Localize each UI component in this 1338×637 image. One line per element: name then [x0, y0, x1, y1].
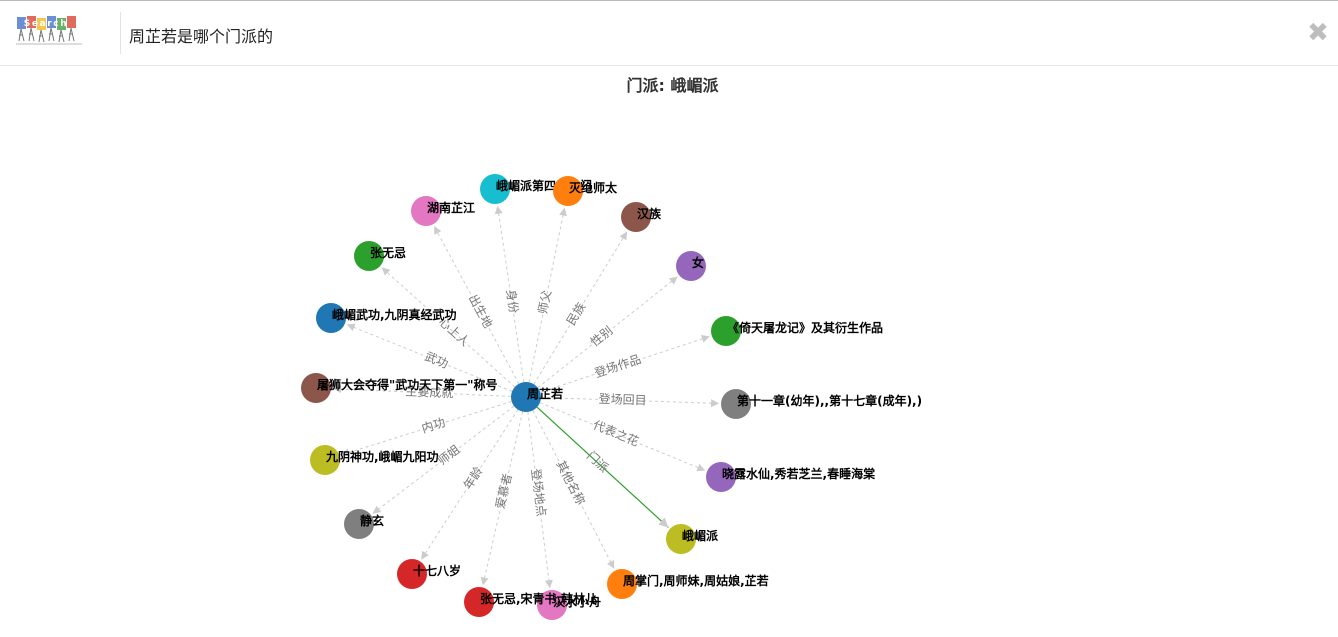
node-label: 张无忌,宋青书,韩林儿	[480, 591, 597, 606]
node-label: 汉族	[637, 206, 662, 221]
node-label: 周掌门,周师妹,周姑娘,芷若	[623, 573, 769, 588]
node-label: 女	[692, 255, 704, 270]
node-label: 晓露水仙,秀若芝兰,春睡海棠	[722, 466, 876, 481]
graph-node[interactable]: 屠狮大会夺得"武功天下第一"称号	[301, 373, 498, 403]
edge-label: 代表之花	[591, 417, 641, 449]
node-label: 湖南芷江	[427, 200, 475, 215]
edge-label: 身份	[504, 288, 522, 314]
graph-node[interactable]: 湖南芷江	[411, 196, 475, 226]
close-icon[interactable]: ✖	[1304, 19, 1332, 47]
edge-label: 爱慕者	[493, 472, 515, 510]
graph-node[interactable]: 峨嵋派	[666, 524, 719, 554]
graph-node[interactable]: 女	[676, 251, 706, 281]
node-label: 《倚天屠龙记》及其衍生作品	[727, 320, 883, 335]
node-label: 峨嵋派	[682, 528, 719, 543]
node-label: 峨嵋武功,九阴真经武功	[332, 307, 457, 322]
edge-label: 年龄	[461, 464, 486, 492]
graph-node[interactable]: 晓露水仙,秀若芝兰,春睡海棠	[706, 462, 876, 492]
search-logo: Search	[14, 13, 86, 51]
knowledge-graph[interactable]: 身份 师父 民族性别登场作品登场回目代表之花门派其他名称登场地点爱慕者年龄师姐内功主…	[0, 66, 1338, 637]
edge-label: 出生地	[466, 292, 495, 330]
graph-node[interactable]: 静玄	[344, 509, 384, 539]
edge-label: 登场地点	[529, 468, 550, 518]
header-divider	[120, 12, 121, 54]
edge-label: 武功	[423, 349, 451, 371]
node-label: 静玄	[360, 513, 384, 528]
node-label: 张无忌	[370, 245, 406, 260]
edge-label: 内功	[420, 415, 447, 436]
search-header: Search 周芷若是哪个门派的 ✖	[0, 1, 1338, 66]
node-label: 第十一章(幼年),,第十七章(成年),)	[737, 393, 922, 408]
graph-node[interactable]: 第十一章(幼年),,第十七章(成年),)	[721, 389, 922, 419]
node-label: 屠狮大会夺得"武功天下第一"称号	[317, 377, 498, 392]
graph-node[interactable]: 十七八岁	[397, 559, 461, 589]
edge-label: 登场作品	[593, 351, 643, 380]
search-query-text[interactable]: 周芷若是哪个门派的	[129, 23, 273, 47]
graph-node[interactable]: 汉族	[621, 202, 662, 232]
graph-node[interactable]: 灭绝师太	[553, 176, 618, 206]
graph-node[interactable]: 周掌门,周师妹,周姑娘,芷若	[607, 569, 769, 599]
graph-node[interactable]: 九阴神功,峨嵋九阳功	[310, 445, 439, 475]
graph-node[interactable]: 张无忌	[354, 241, 406, 271]
logo-text: Search	[24, 19, 68, 29]
graph-node[interactable]: 《倚天屠龙记》及其衍生作品	[711, 316, 883, 346]
node-label: 九阴神功,峨嵋九阳功	[325, 449, 439, 464]
node-label: 灭绝师太	[568, 180, 618, 195]
edge-label: 民族	[564, 300, 588, 328]
edge-label: 其他名称	[553, 458, 588, 508]
edge-label: 登场回目	[598, 391, 646, 408]
edge-label: 师姐	[435, 442, 463, 468]
edge-label: 性别	[588, 323, 616, 349]
graph-node[interactable]: 峨嵋武功,九阴真经武功	[316, 303, 457, 333]
edge-label: 师父	[536, 289, 555, 315]
graph-node[interactable]: 张无忌,宋青书,韩林儿	[464, 587, 597, 617]
node-label: 十七八岁	[413, 563, 461, 578]
node-label: 周芷若	[527, 386, 563, 401]
